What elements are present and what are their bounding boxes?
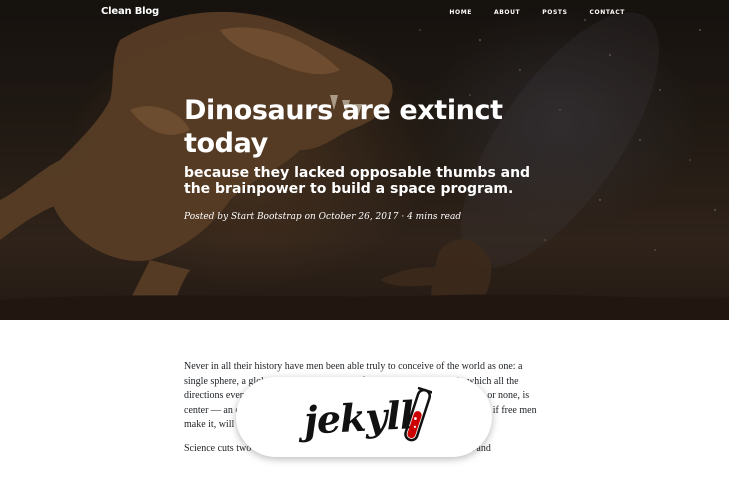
jekyll-logo-text: jekyll — [303, 391, 415, 443]
meta-on: on — [304, 212, 316, 222]
post-header-hero: Clean Blog HOME ABOUT POSTS CONTACT Dino… — [0, 0, 729, 320]
main-nav: HOME ABOUT POSTS CONTACT — [449, 9, 625, 16]
jekyll-logo-badge: jekyll — [236, 377, 492, 457]
author-link[interactable]: Start Bootstrap — [231, 212, 302, 222]
nav-link-contact[interactable]: CONTACT — [590, 9, 626, 16]
post-heading: Dinosaurs are extinct today because they… — [184, 94, 584, 222]
nav-link-home[interactable]: HOME — [449, 9, 472, 16]
post-meta: Posted by Start Bootstrap on October 26,… — [184, 212, 584, 222]
post-date: October 26, 2017 — [318, 212, 399, 222]
meta-prefix: Posted by — [184, 212, 229, 222]
nav-link-posts[interactable]: POSTS — [542, 9, 567, 16]
test-tube-icon — [404, 386, 432, 442]
meta-separator: · — [401, 212, 405, 222]
navbar-brand[interactable]: Clean Blog — [101, 6, 159, 17]
post-subtitle: because they lacked opposable thumbs and… — [184, 165, 531, 197]
read-time: 4 mins read — [407, 212, 462, 222]
post-title: Dinosaurs are extinct today — [184, 95, 503, 159]
nav-link-about[interactable]: ABOUT — [494, 9, 520, 16]
